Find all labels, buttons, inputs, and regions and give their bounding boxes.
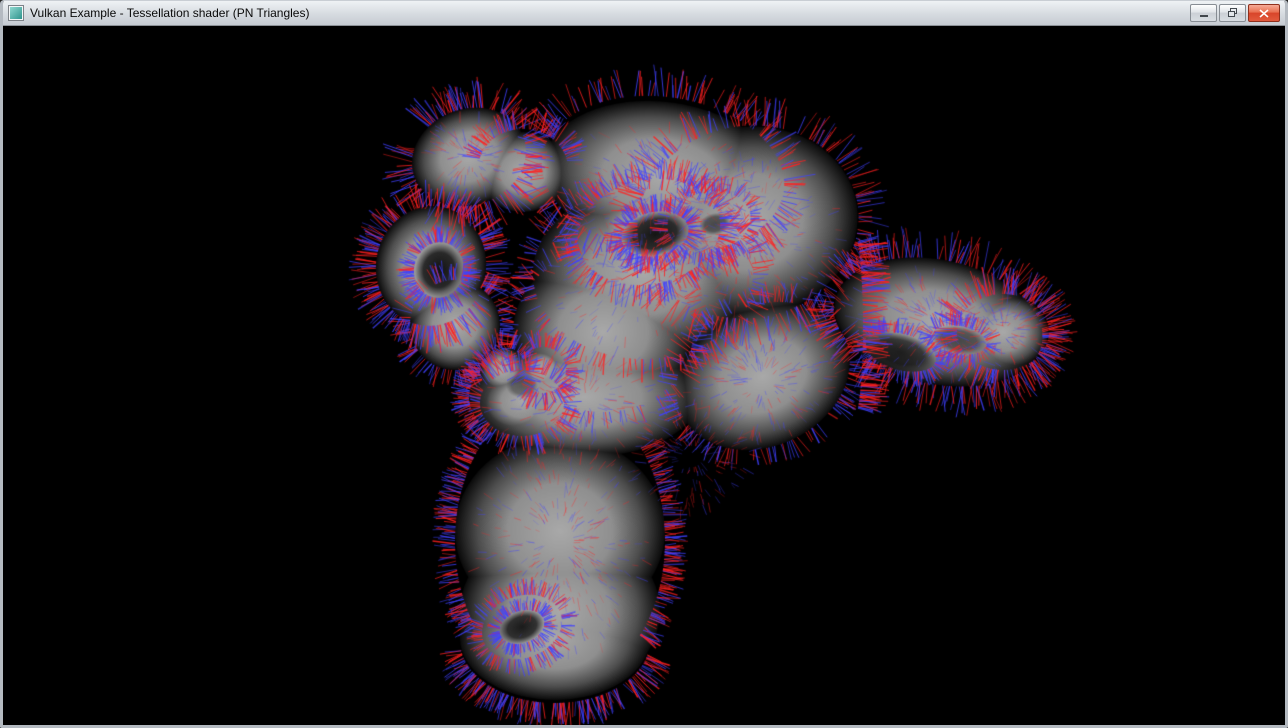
window-controls xyxy=(1190,4,1280,22)
maximize-button[interactable] xyxy=(1219,4,1246,22)
app-window: Vulkan Example - Tessellation shader (PN… xyxy=(0,0,1288,728)
minimize-icon xyxy=(1199,9,1209,18)
titlebar[interactable]: Vulkan Example - Tessellation shader (PN… xyxy=(3,1,1285,26)
tessellation-render-canvas xyxy=(3,26,1285,725)
close-icon xyxy=(1259,9,1269,18)
restore-icon xyxy=(1227,8,1238,18)
minimize-button[interactable] xyxy=(1190,4,1217,22)
close-button[interactable] xyxy=(1248,4,1280,22)
render-viewport[interactable] xyxy=(3,26,1285,725)
app-icon[interactable] xyxy=(9,6,23,20)
window-title: Vulkan Example - Tessellation shader (PN… xyxy=(30,6,309,20)
